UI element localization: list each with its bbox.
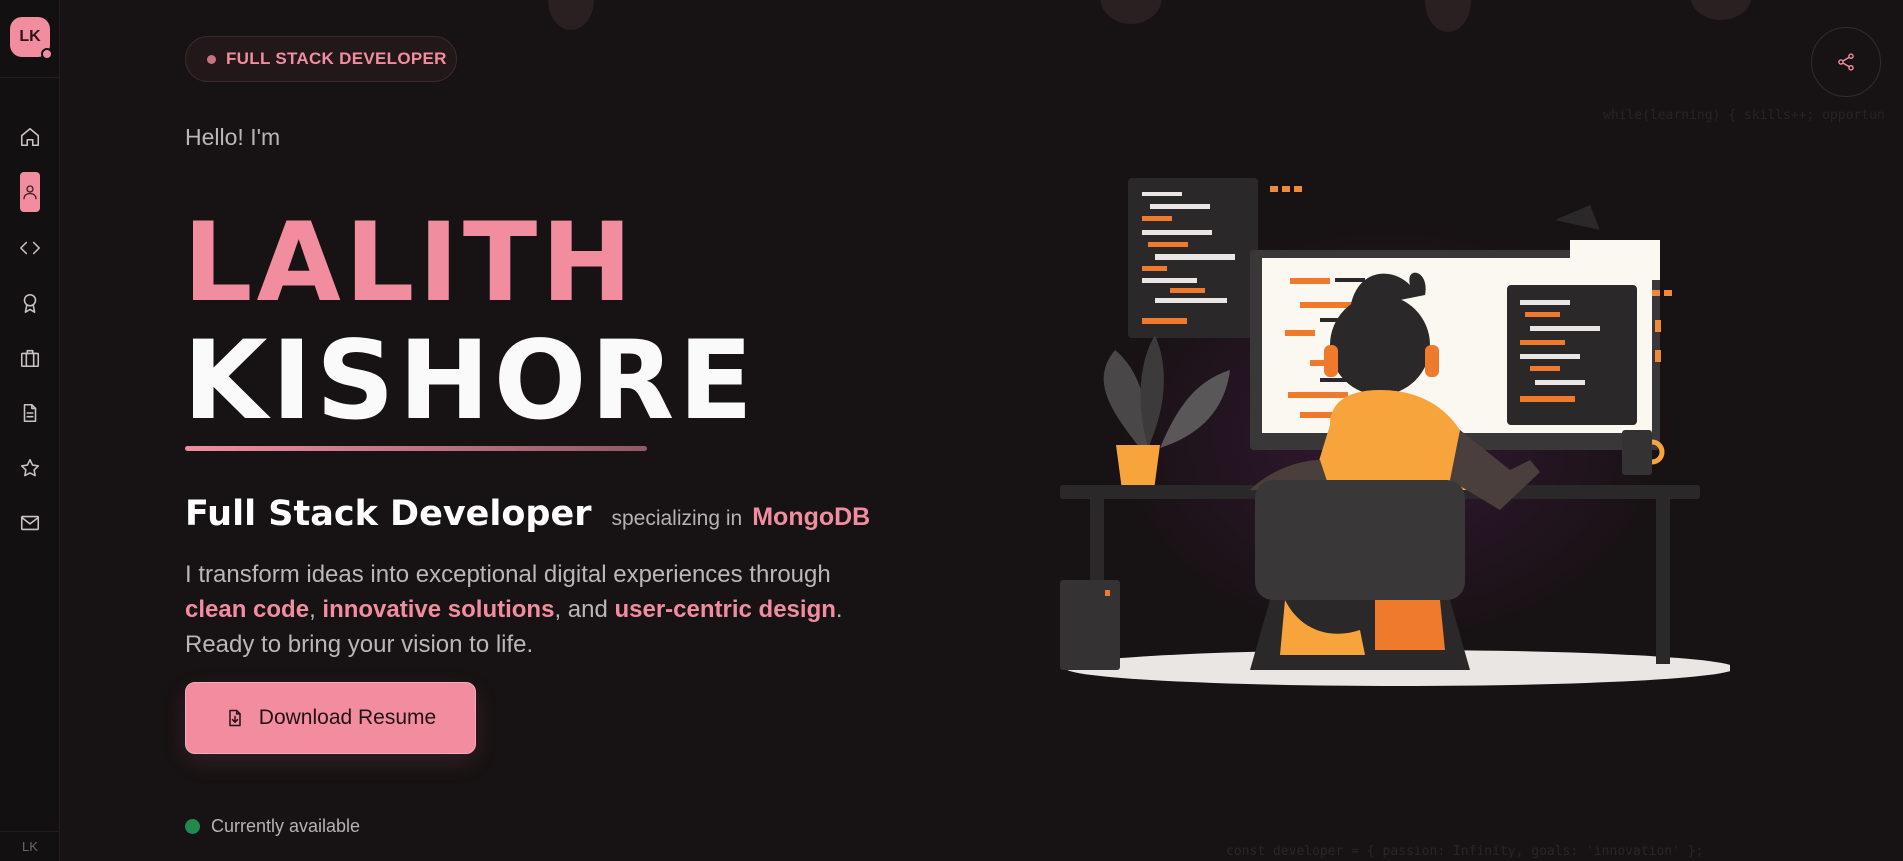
code-icon (20, 241, 40, 255)
role-badge: FULL STACK DEVELOPER (185, 36, 457, 82)
role-line: Full Stack Developer specializing in Mon… (185, 494, 870, 534)
sidebar-item-projects[interactable] (12, 230, 48, 266)
description-text: , and (554, 596, 615, 623)
background-blob (1425, 0, 1471, 32)
description-highlight: user-centric design (614, 596, 836, 623)
description-highlight: clean code (185, 596, 310, 623)
role-specializing: specializing in (611, 507, 743, 530)
share-icon (1838, 53, 1854, 71)
hero-description: I transform ideas into exceptional digit… (185, 557, 885, 662)
sidebar-item-achievements[interactable] (12, 285, 48, 321)
home-icon (20, 127, 40, 147)
user-icon (23, 185, 37, 200)
name-underline (185, 446, 647, 451)
status-text: Currently available (211, 816, 361, 836)
download-file-icon (229, 709, 241, 727)
logo-status-dot (41, 48, 53, 60)
award-icon (23, 293, 37, 313)
description-text: I transform ideas into exceptional digit… (185, 561, 831, 588)
share-button[interactable] (1811, 27, 1881, 97)
download-resume-label: Download Resume (258, 706, 437, 729)
first-name-heading: LALITH (183, 199, 637, 326)
sidebar-divider (0, 77, 60, 78)
logo[interactable]: LK (10, 17, 53, 60)
active-indicator (20, 172, 40, 212)
description-text: , (309, 596, 323, 623)
sidebar: LK LK (0, 0, 60, 861)
badge-label: FULL STACK DEVELOPER (226, 49, 447, 68)
background-blob (548, 0, 594, 30)
briefcase-icon (20, 349, 40, 368)
status-dot (185, 819, 200, 834)
background-blob (1100, 0, 1162, 24)
role-technology: MongoDB (752, 503, 871, 531)
sidebar-footer: LK (0, 831, 60, 861)
role-title: Full Stack Developer (185, 494, 592, 534)
availability-status: Currently available (185, 816, 360, 837)
mail-icon (20, 515, 40, 531)
code-decoration-top: while(learning) { skills++; opportun (1603, 108, 1885, 123)
badge-dot (207, 54, 216, 64)
document-icon (23, 403, 37, 423)
download-resume-button[interactable]: Download Resume (185, 682, 476, 754)
developer-illustration (1060, 178, 1730, 686)
last-name-heading: KISHORE (183, 317, 757, 444)
star-icon (20, 458, 40, 477)
sidebar-item-experience[interactable] (12, 340, 48, 376)
description-highlight: innovative solutions (322, 596, 555, 623)
logo-text: LK (19, 28, 41, 45)
sidebar-item-skills[interactable] (12, 450, 48, 486)
sidebar-item-resume[interactable] (12, 395, 48, 431)
sidebar-item-contact[interactable] (12, 505, 48, 541)
greeting: Hello! I'm (185, 124, 281, 150)
sidebar-item-home[interactable] (12, 119, 48, 155)
code-decoration-bottom: const developer = { passion: Infinity, g… (1226, 844, 1704, 859)
background-blob (1690, 0, 1752, 20)
sidebar-item-about[interactable] (12, 172, 48, 212)
